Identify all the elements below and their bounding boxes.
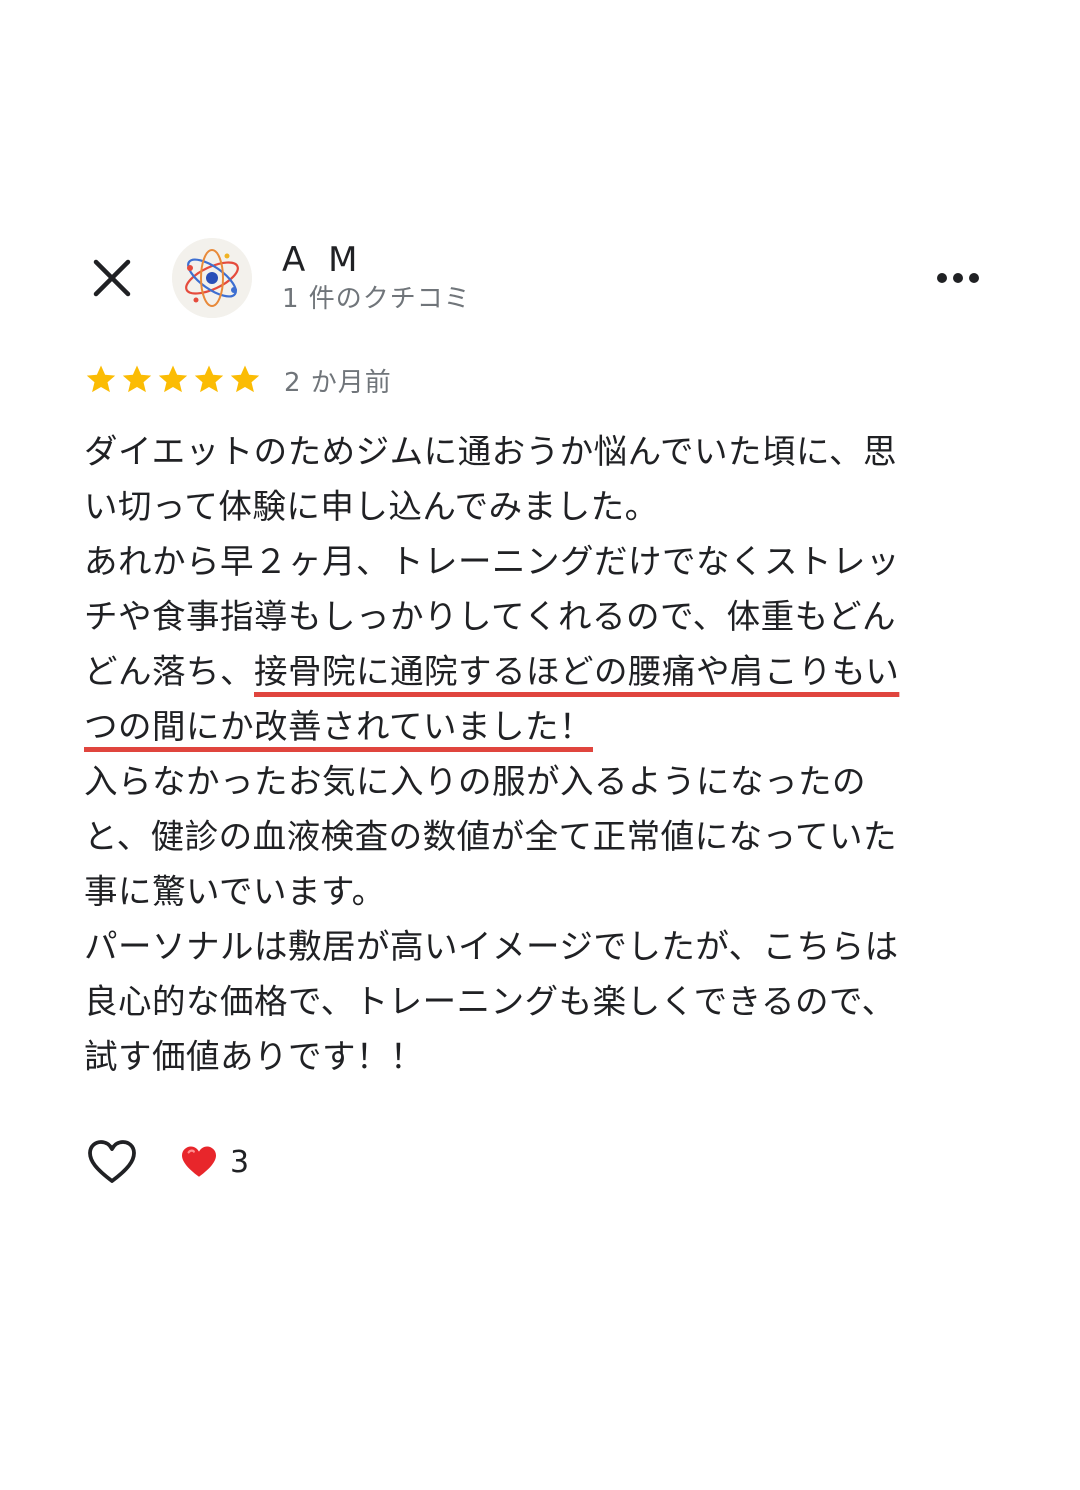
- review-time: 2 か月前: [284, 367, 392, 398]
- reaction-summary[interactable]: 3: [180, 1145, 249, 1180]
- review-line: 事に驚いでいます。: [84, 864, 994, 919]
- review-line: 良心的な価格で、トレーニングも楽しくできるので、: [84, 974, 994, 1029]
- review-line: と、健診の血液検査の数値が全て正常値になっていた: [84, 809, 994, 864]
- user-name[interactable]: A M: [282, 238, 363, 282]
- review-line: どん落ち、接骨院に通院するほどの腰痛や肩こりもい: [84, 644, 994, 699]
- like-button[interactable]: [84, 1134, 140, 1190]
- review-text-segment: あれから早２ヶ月、トレーニングだけでなくストレッ: [84, 542, 900, 581]
- review-text-segment: と、健診の血液検査の数値が全て正常値になっていた: [84, 817, 897, 856]
- review-count: 1 件のクチコミ: [282, 284, 471, 314]
- close-button[interactable]: [84, 250, 140, 306]
- red-heart-icon: [182, 1146, 216, 1177]
- more-options-button[interactable]: [926, 258, 990, 298]
- highlighted-text: つの間にか改善されていました！: [84, 707, 593, 746]
- review-line: い切って体験に申し込んでみました。: [84, 479, 994, 534]
- star-icon: [194, 365, 224, 393]
- star-icon: [86, 365, 116, 393]
- star-icon: [230, 365, 260, 393]
- review-text-segment: どん落ち、: [84, 652, 254, 691]
- more-options-icon: [937, 273, 979, 283]
- review-line: 入らなかったお気に入りの服が入るようになったの: [84, 754, 994, 809]
- highlighted-text: 接骨院に通院するほどの腰痛や肩こりもい: [254, 652, 900, 691]
- heart-outline-icon: [88, 1140, 136, 1183]
- review-text-segment: ダイエットのためジムに通おうか悩んでいた頃に、思: [84, 432, 897, 471]
- rating-row: 2 か月前: [84, 358, 392, 402]
- star-icon: [122, 365, 152, 393]
- review-text-segment: パーソナルは敷居が高いイメージでしたが、こちらは: [84, 927, 899, 966]
- review-actions: 3: [84, 1134, 249, 1190]
- review-line: パーソナルは敷居が高いイメージでしたが、こちらは: [84, 919, 994, 974]
- review-line: チや食事指導もしっかりしてくれるので、体重もどん: [84, 589, 994, 644]
- review-text-segment: い切って体験に申し込んでみました。: [84, 487, 659, 526]
- review-line: つの間にか改善されていました！: [84, 699, 994, 754]
- review-text-segment: 試す価値ありです！！: [84, 1037, 424, 1076]
- review-line: あれから早２ヶ月、トレーニングだけでなくストレッ: [84, 534, 994, 589]
- review-text: ダイエットのためジムに通おうか悩んでいた頃に、思 い切って体験に申し込んでみました…: [84, 424, 994, 1084]
- review-line: 試す価値ありです！！: [84, 1029, 994, 1084]
- avatar[interactable]: [172, 238, 252, 318]
- star-rating: [84, 363, 262, 397]
- review-text-segment: チや食事指導もしっかりしてくれるので、体重もどん: [84, 597, 896, 636]
- review-text-segment: 事に驚いでいます。: [84, 872, 386, 911]
- atom-avatar-icon: [172, 238, 252, 318]
- review-text-segment: 良心的な価格で、トレーニングも楽しくできるので、: [84, 982, 896, 1021]
- close-icon: [93, 259, 131, 297]
- review-text-segment: 入らなかったお気に入りの服が入るようになったの: [84, 762, 866, 801]
- review-line: ダイエットのためジムに通おうか悩んでいた頃に、思: [84, 424, 994, 479]
- star-icon: [158, 365, 188, 393]
- reaction-count: 3: [230, 1144, 250, 1180]
